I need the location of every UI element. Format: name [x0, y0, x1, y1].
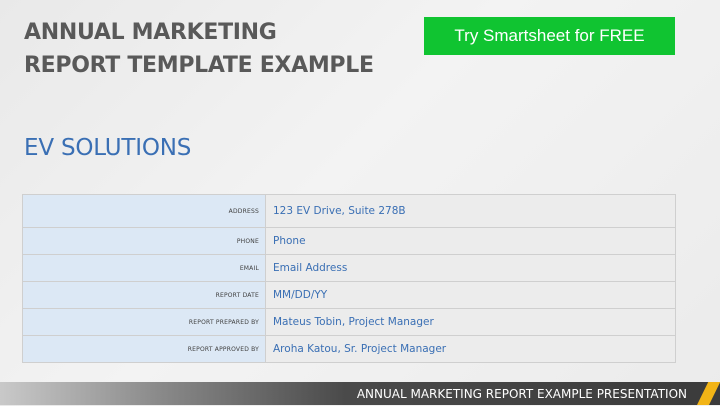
approved-by-value[interactable]: Aroha Katou, Sr. Project Manager [265, 335, 676, 363]
address-label: ADDRESS [22, 194, 266, 228]
phone-label: PHONE [22, 227, 266, 255]
page-title-line-1: ANNUAL MARKETING [24, 20, 277, 45]
prepared-by-value[interactable]: Mateus Tobin, Project Manager [265, 308, 676, 336]
email-label: EMAIL [22, 254, 266, 282]
table-row: REPORT APPROVED BY Aroha Katou, Sr. Proj… [22, 335, 676, 363]
table-row: REPORT PREPARED BY Mateus Tobin, Project… [22, 308, 676, 336]
company-name: EV SOLUTIONS [24, 135, 192, 161]
approved-by-label: REPORT APPROVED BY [22, 335, 266, 363]
page-title: ANNUAL MARKETING REPORT TEMPLATE EXAMPLE [24, 16, 374, 82]
report-info-table: ADDRESS 123 EV Drive, Suite 278B PHONE P… [22, 194, 676, 363]
report-date-value[interactable]: MM/DD/YY [265, 281, 676, 309]
footer-title: ANNUAL MARKETING REPORT EXAMPLE PRESENTA… [356, 387, 687, 401]
email-value[interactable]: Email Address [265, 254, 676, 282]
footer-bar: ANNUAL MARKETING REPORT EXAMPLE PRESENTA… [0, 382, 720, 405]
report-date-label: REPORT DATE [22, 281, 266, 309]
table-row: PHONE Phone [22, 227, 676, 255]
table-row: REPORT DATE MM/DD/YY [22, 281, 676, 309]
page-title-line-2: REPORT TEMPLATE EXAMPLE [24, 53, 374, 78]
phone-value[interactable]: Phone [265, 227, 676, 255]
table-row: EMAIL Email Address [22, 254, 676, 282]
prepared-by-label: REPORT PREPARED BY [22, 308, 266, 336]
try-smartsheet-button[interactable]: Try Smartsheet for FREE [424, 17, 675, 55]
address-value[interactable]: 123 EV Drive, Suite 278B [265, 194, 676, 228]
table-row: ADDRESS 123 EV Drive, Suite 278B [22, 194, 676, 228]
